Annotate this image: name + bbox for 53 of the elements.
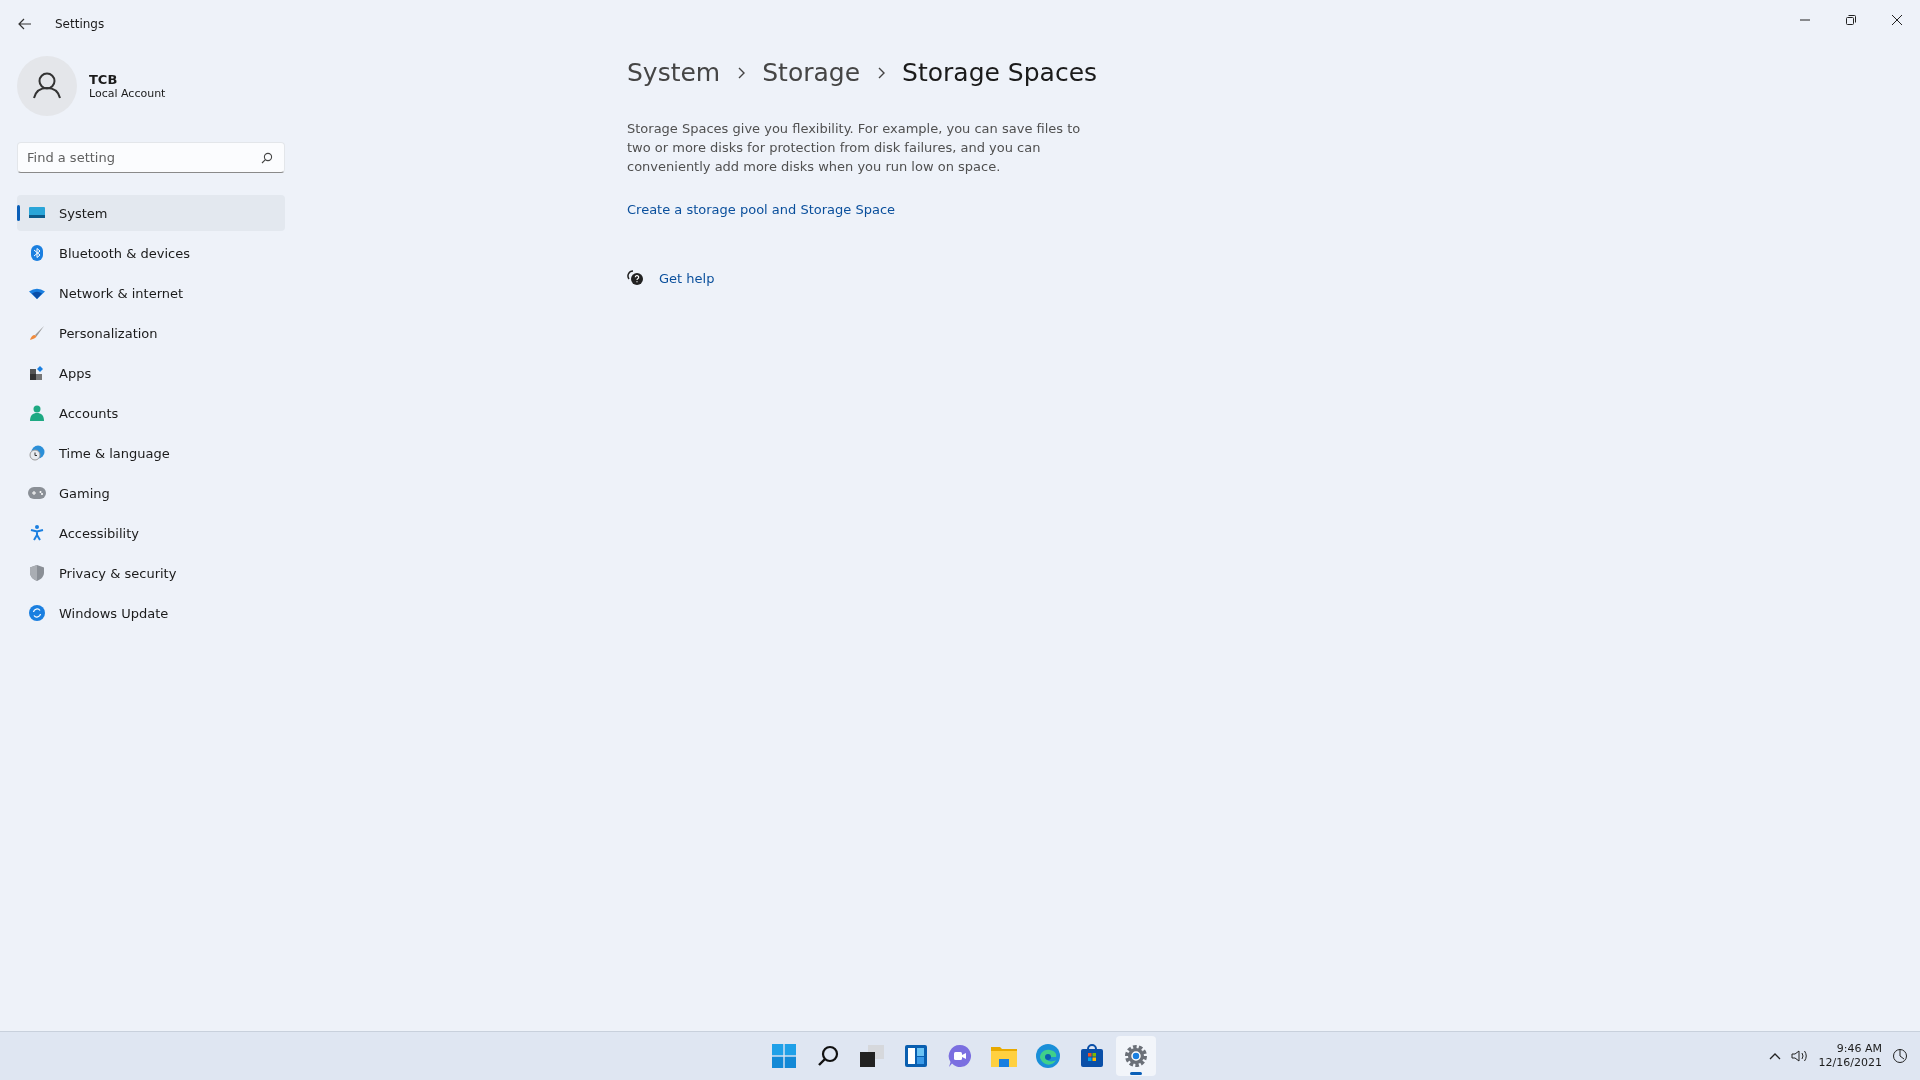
nav-item[interactable]: Bluetooth & devices bbox=[17, 235, 285, 271]
get-help-link[interactable]: Get help bbox=[659, 270, 715, 286]
breadcrumb-link[interactable]: System bbox=[627, 58, 721, 87]
restore-icon[interactable] bbox=[1845, 14, 1857, 26]
browser-icon bbox=[1036, 1044, 1060, 1068]
help-icon bbox=[627, 269, 645, 287]
nav-item[interactable]: System bbox=[17, 195, 285, 231]
globe-clock-icon bbox=[28, 445, 46, 461]
chevron-up-icon[interactable] bbox=[1768, 1052, 1781, 1060]
bluetooth-icon bbox=[28, 245, 46, 261]
chevron-icon bbox=[877, 66, 886, 79]
avatar-icon bbox=[17, 56, 77, 116]
widgets-icon bbox=[904, 1044, 928, 1068]
store-icon bbox=[1080, 1044, 1104, 1068]
clock[interactable]: 9:46 AM 12/16/2021 bbox=[1818, 1042, 1882, 1070]
active-indicator bbox=[1130, 1072, 1142, 1075]
nav-item[interactable]: Network & internet bbox=[17, 275, 285, 311]
window-title: Settings bbox=[55, 17, 105, 31]
chevron-icon bbox=[737, 66, 746, 79]
task-view-icon bbox=[860, 1045, 884, 1067]
person-icon bbox=[28, 405, 46, 421]
selection-indicator bbox=[17, 205, 20, 221]
accessibility-icon bbox=[28, 525, 46, 541]
nav-item[interactable]: Windows Update bbox=[17, 595, 285, 631]
wifi-icon bbox=[28, 287, 46, 299]
breadcrumb-link[interactable]: Storage bbox=[762, 58, 861, 87]
gamepad-icon bbox=[28, 487, 46, 499]
speaker-icon[interactable] bbox=[1790, 1049, 1809, 1063]
close-icon[interactable] bbox=[1891, 14, 1903, 26]
nav-item[interactable]: Accounts bbox=[17, 395, 285, 431]
nav-item[interactable]: Apps bbox=[17, 355, 285, 391]
video-chat-icon bbox=[948, 1044, 972, 1068]
update-icon bbox=[28, 605, 46, 621]
search-icon bbox=[261, 152, 273, 164]
create-pool-link[interactable]: Create a storage pool and Storage Space bbox=[627, 202, 896, 217]
search-icon bbox=[817, 1045, 839, 1067]
shield-icon bbox=[28, 565, 46, 581]
account-name: TCB bbox=[89, 72, 119, 87]
nav-item[interactable]: Time & language bbox=[17, 435, 285, 471]
nav-item[interactable]: Gaming bbox=[17, 475, 285, 511]
nav-item[interactable]: Privacy & security bbox=[17, 555, 285, 591]
account-type: Local Account bbox=[89, 87, 166, 100]
apps-icon bbox=[28, 365, 46, 381]
windows-icon bbox=[772, 1044, 796, 1068]
nav-item[interactable]: Accessibility bbox=[17, 515, 285, 551]
monitor-icon bbox=[28, 206, 46, 220]
page-title: Storage Spaces bbox=[902, 58, 1098, 87]
folder-icon bbox=[991, 1045, 1017, 1067]
gear-icon bbox=[1124, 1044, 1148, 1068]
nav-item[interactable]: Personalization bbox=[17, 315, 285, 351]
search-field[interactable]: Find a setting bbox=[17, 142, 285, 173]
back-icon[interactable] bbox=[18, 18, 32, 30]
description: Storage Spaces give you flexibility. For example, you can save files to two or more disks for protection from disk failures, and you can conveniently add more disks when you run low on space. bbox=[627, 120, 1082, 176]
